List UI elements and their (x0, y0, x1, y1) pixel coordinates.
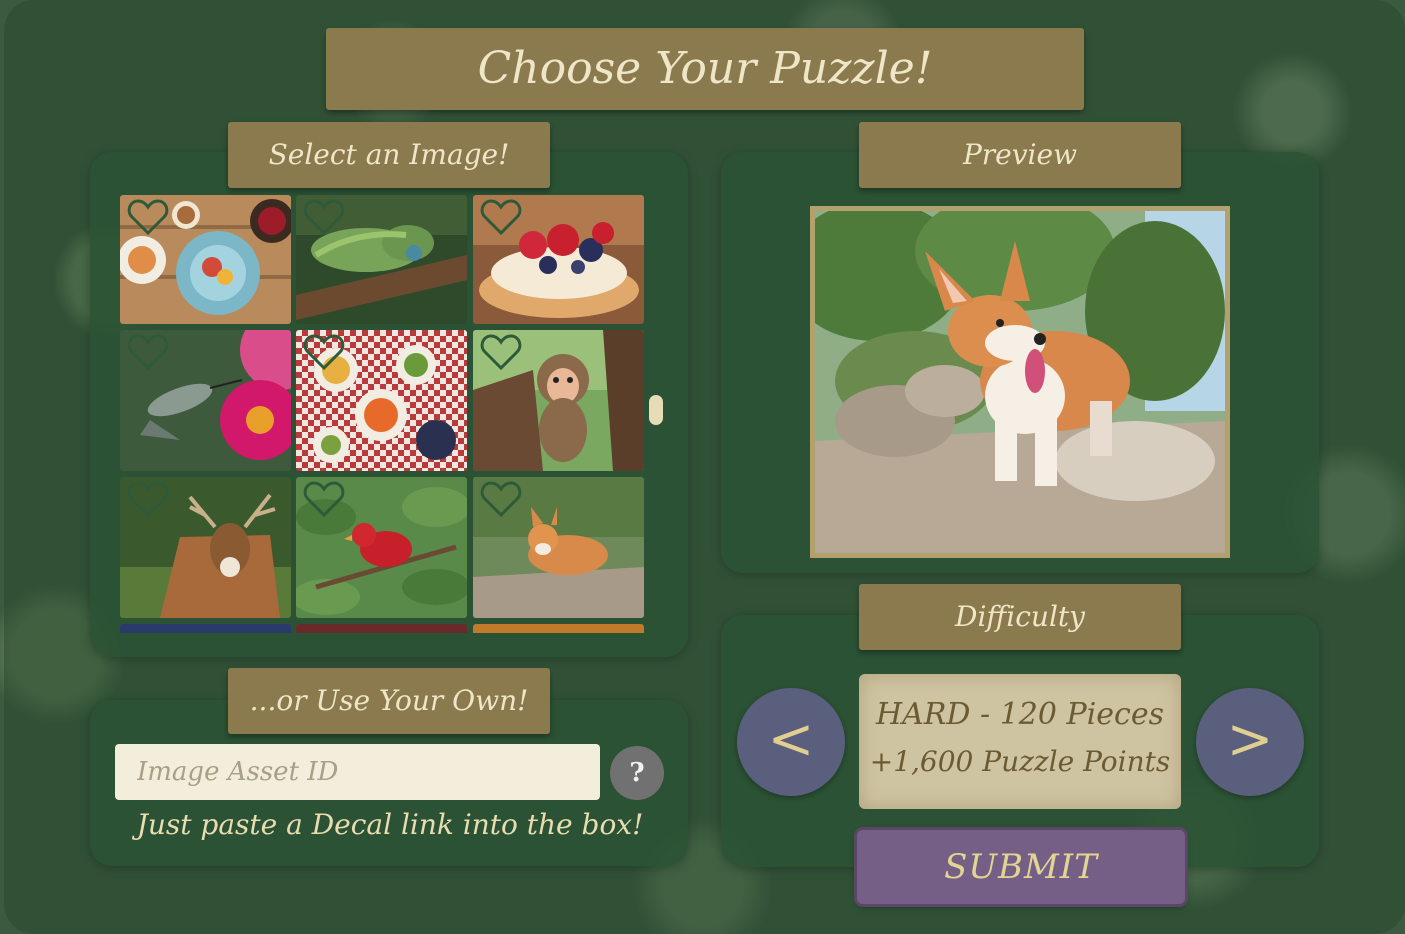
image-tile-monkey[interactable] (473, 330, 644, 471)
favorite-heart-icon[interactable] (479, 479, 523, 519)
difficulty-next-button[interactable]: > (1196, 688, 1304, 796)
favorite-heart-icon[interactable] (302, 479, 346, 519)
favorite-heart-icon[interactable] (479, 197, 523, 237)
image-tile-partial[interactable] (473, 624, 644, 633)
image-tile-partial[interactable] (296, 624, 467, 633)
decal-hint-text: Just paste a Decal link into the box! (136, 808, 644, 841)
image-grid-scrollbar[interactable] (649, 395, 663, 425)
image-tile-tart[interactable] (473, 195, 644, 324)
help-button[interactable]: ? (610, 746, 664, 800)
difficulty-previous-button[interactable]: < (737, 688, 845, 796)
difficulty-heading: Difficulty (859, 584, 1181, 650)
preview-image (815, 211, 1225, 553)
submit-button[interactable]: SUBMIT (857, 830, 1185, 904)
image-grid[interactable] (120, 195, 646, 633)
preview-image-frame (810, 206, 1230, 558)
image-tile-iguana[interactable] (296, 195, 467, 324)
image-tile-partial[interactable] (120, 624, 291, 633)
image-asset-id-input[interactable] (115, 744, 600, 800)
favorite-heart-icon[interactable] (126, 332, 170, 372)
favorite-heart-icon[interactable] (302, 197, 346, 237)
difficulty-points-text: +1,600 Puzzle Points (869, 745, 1171, 778)
image-tile-corgi[interactable] (473, 477, 644, 618)
difficulty-level-text: HARD - 120 Pieces (876, 697, 1164, 732)
image-tile-picnic[interactable] (296, 330, 467, 471)
image-tile-deer[interactable] (120, 477, 291, 618)
page-title: Choose Your Puzzle! (326, 28, 1084, 110)
select-image-heading: Select an Image! (228, 122, 550, 188)
favorite-heart-icon[interactable] (126, 479, 170, 519)
favorite-heart-icon[interactable] (126, 197, 170, 237)
image-tile-cardinal[interactable] (296, 477, 467, 618)
image-tile-hummingbird[interactable] (120, 330, 291, 471)
difficulty-display: HARD - 120 Pieces +1,600 Puzzle Points (859, 674, 1181, 809)
favorite-heart-icon[interactable] (479, 332, 523, 372)
preview-heading: Preview (859, 122, 1181, 188)
image-tile-breakfast[interactable] (120, 195, 291, 324)
own-image-heading: ...or Use Your Own! (228, 668, 550, 734)
favorite-heart-icon[interactable] (302, 332, 346, 372)
